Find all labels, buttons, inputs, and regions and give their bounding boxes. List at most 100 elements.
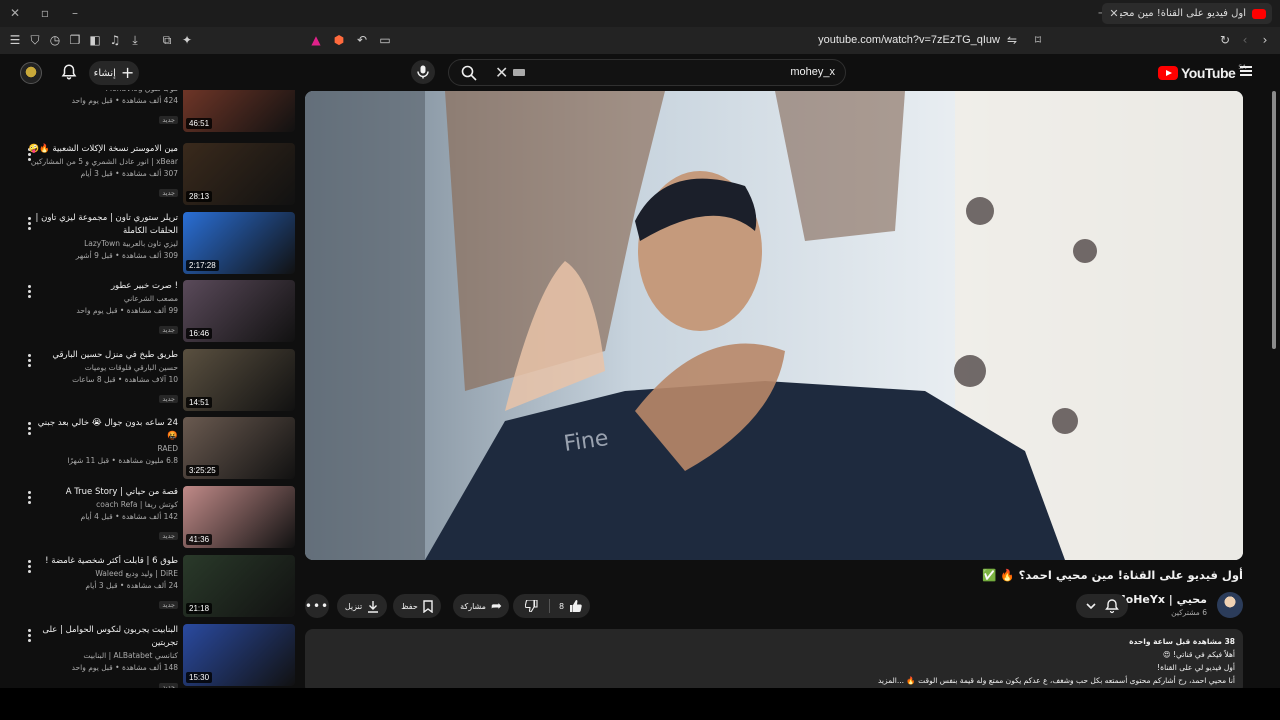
create-button[interactable]: إنشاء +	[89, 61, 139, 85]
more-actions-icon[interactable]: •••	[305, 594, 329, 618]
recommendation-thumbnail[interactable]: 14:51	[183, 349, 295, 411]
bookmark-icon[interactable]: ⌑	[1031, 33, 1045, 47]
recommendation-item[interactable]: 3:25:25 24 ساعه بدون جوال 😭 خالي بعد جبني…	[0, 417, 300, 481]
recommendation-channel[interactable]: حسين البارقي فلوقات يوميات	[28, 362, 178, 374]
recommendation-title[interactable]: تريلر ستوري تاون | مجموعة ليزي تاون | ال…	[28, 212, 178, 238]
undo-icon[interactable]: ↶	[355, 33, 369, 47]
recommendation-thumbnail[interactable]: 3:25:25	[183, 417, 295, 479]
browser-tab-youtube[interactable]: أول فيديو على القناة! مين محيي احـ ✕	[1102, 3, 1272, 24]
clock-icon[interactable]: ◷	[48, 33, 62, 47]
share-button[interactable]: مشاركة ➦	[453, 594, 509, 618]
recommendation-channel[interactable]: RAED	[28, 443, 178, 455]
recommendation-item[interactable]: 15:30 البنابيت يجربون لنكوس الحوامل | علی…	[0, 624, 300, 688]
recommendation-thumbnail[interactable]: 2:17:28	[183, 212, 295, 274]
like-divider	[549, 599, 550, 613]
video-duration: 3:25:25	[186, 465, 219, 476]
recommendation-title[interactable]: قصة من حياتي | A True Story	[28, 486, 178, 499]
recommendation-title[interactable]: 24 ساعه بدون جوال 😭 خالي بعد جبني 🤬	[28, 417, 178, 443]
tab-title: أول فيديو على القناة! مين محيي احـ	[1120, 8, 1246, 19]
chevron-down-icon	[1086, 603, 1096, 610]
forward-icon[interactable]: ›	[1258, 33, 1272, 47]
recommendation-channel[interactable]: كنانسي ALBatabet | البنابيت	[28, 650, 178, 662]
brave-rewards-icon[interactable]: ▲	[309, 33, 323, 47]
window-maximize-icon[interactable]: ▫	[38, 6, 52, 20]
recommendation-details: طوق 6 | قابلت أكثر شخصية غامضة ! DiRE | و…	[28, 555, 178, 611]
screenshot-icon[interactable]: ⧉	[160, 33, 174, 47]
shield-icon[interactable]: ⛉	[28, 33, 42, 47]
subscription-button[interactable]	[1076, 594, 1128, 618]
recommendation-thumbnail[interactable]: 21:18	[183, 555, 295, 617]
youtube-logo[interactable]: YouTube SA	[1158, 64, 1246, 81]
new-badge: جديد	[159, 189, 178, 197]
recommendation-title[interactable]: طوق 6 | قابلت أكثر شخصية غامضة !	[28, 555, 178, 568]
music-icon[interactable]: ♫	[108, 33, 122, 47]
recommendation-channel[interactable]: ليزي تاون بالعربية LazyTown	[28, 238, 178, 250]
menu-icon[interactable]: ☰	[8, 33, 22, 47]
recommendation-item[interactable]: 14:51 طريق طبخ في منزل حسين البارقي حسين ا…	[0, 349, 300, 413]
description-box[interactable]: 38 مشاهدة قبل ساعة واحدة أهلاً فيكم في ق…	[305, 629, 1243, 694]
site-settings-icon[interactable]: ⇋	[1005, 33, 1019, 47]
search-input[interactable]: mohey_x	[790, 66, 835, 78]
search-icon[interactable]	[461, 65, 477, 81]
recommendation-title[interactable]: البنابيت يجربون لنكوس الحوامل | علی تجرب…	[28, 624, 178, 650]
description-line-1: أهلاً فيكم في قناتي! 😍	[1162, 650, 1235, 659]
notifications-bell-icon[interactable]	[60, 63, 78, 81]
recommendation-item[interactable]: 21:18 طوق 6 | قابلت أكثر شخصية غامضة ! DiR…	[0, 555, 300, 619]
new-badge: جديد	[159, 601, 178, 609]
extensions-icon[interactable]: ✦	[180, 33, 194, 47]
recommendation-title[interactable]: طريق طبخ في منزل حسين البارقي	[28, 349, 178, 362]
page-scrollbar[interactable]	[1272, 91, 1276, 349]
guide-menu-icon[interactable]	[1240, 66, 1252, 76]
window-close-icon[interactable]: ✕	[8, 6, 22, 20]
channel-name[interactable]: محيي | MoHeYx	[1115, 593, 1207, 606]
recommendation-thumbnail[interactable]: 16:46	[183, 280, 295, 342]
save-button[interactable]: حفظ	[393, 594, 441, 618]
video-player[interactable]: Fine	[305, 91, 1243, 560]
recommendation-details: البنابيت يجربون لنكوس الحوامل | علی تجرب…	[28, 624, 178, 688]
recommendation-title[interactable]: ! صرت خبير عطور	[28, 280, 178, 293]
recommendation-title[interactable]: مين الاموستر نسخة الإكلات الشعبية 🔥🤪	[28, 143, 178, 156]
video-duration: 2:17:28	[186, 260, 219, 271]
recommendation-thumbnail[interactable]: 28:13	[183, 143, 295, 205]
recommendation-details: ! صرت خبير عطور مصعب الشرعاني 99 ألف مشاهد…	[28, 280, 178, 336]
recommendation-channel[interactable]: كوتش ريفا | coach Refa	[28, 499, 178, 511]
recommendation-meta: 307 ألف مشاهدة • قبل 3 أيام	[80, 169, 178, 178]
window-minimize-icon[interactable]: –	[68, 6, 82, 20]
new-badge: جديد	[159, 532, 178, 540]
recommendation-item[interactable]: 16:46 ! صرت خبير عطور مصعب الشرعاني 99 ألف …	[0, 280, 300, 344]
recommendation-meta: 99 ألف مشاهدة • قبل يوم واحد	[76, 306, 178, 315]
address-bar-url[interactable]: youtube.com/watch?v=7zEzTG_qIuw	[780, 34, 1000, 46]
voice-search-button[interactable]	[411, 60, 435, 84]
clear-search-icon[interactable]: ✕	[495, 64, 508, 82]
recommendation-channel[interactable]: xBear | انور عادل الشمري و 5 من المشاركي…	[28, 156, 178, 168]
recommendation-thumbnail[interactable]: 41:36	[183, 486, 295, 548]
recommendation-thumbnail[interactable]: 15:30	[183, 624, 295, 686]
recommendation-channel[interactable]: مصعب الشرعاني	[28, 293, 178, 305]
description-line-2: أول فيديو لي على القناة!	[1157, 663, 1235, 672]
back-icon[interactable]: ‹	[1238, 33, 1252, 47]
new-badge: جديد	[159, 326, 178, 334]
download-button[interactable]: تنزيل	[337, 594, 387, 618]
sidebar-icon[interactable]: ◧	[88, 33, 102, 47]
like-button[interactable]: 8	[551, 594, 590, 618]
recommendation-item[interactable]: 2:17:28 تريلر ستوري تاون | مجموعة ليزي تا…	[0, 212, 300, 276]
channel-avatar[interactable]	[1217, 592, 1243, 618]
download-icon[interactable]: ⤓	[128, 33, 142, 47]
tabs-icon[interactable]: ❐	[68, 33, 82, 47]
search-box[interactable]: ✕ mohey_x	[448, 59, 846, 86]
recommendation-item[interactable]: 28:13 مين الاموستر نسخة الإكلات الشعبية 🔥…	[0, 143, 300, 207]
account-avatar[interactable]	[20, 62, 42, 84]
tab-close-icon[interactable]: ✕	[1108, 7, 1120, 20]
shields-badge-icon[interactable]: ⬢	[332, 33, 346, 47]
recommendation-item[interactable]: 46:51 !! غير متوقعةموجا فلوق MohaVlog424 …	[0, 90, 300, 134]
reload-icon[interactable]: ↻	[1218, 33, 1232, 47]
recommendation-item[interactable]: 41:36 قصة من حياتي | A True Story كوتش ريف…	[0, 486, 300, 550]
recommendation-details: طريق طبخ في منزل حسين البارقي حسين البارق…	[28, 349, 178, 405]
dislike-button[interactable]	[513, 594, 549, 618]
share-label: مشاركة	[460, 601, 486, 611]
keyboard-icon[interactable]	[513, 69, 525, 76]
recommendation-channel[interactable]: DiRE | وليد وديع Waleed	[28, 568, 178, 580]
description-line-3: أنا محيي احمد، رح أشاركم محتوى أسمتعه بك…	[878, 676, 1235, 685]
cast-icon[interactable]: ▭	[378, 33, 392, 47]
recommendation-thumbnail[interactable]: 46:51	[183, 90, 295, 132]
